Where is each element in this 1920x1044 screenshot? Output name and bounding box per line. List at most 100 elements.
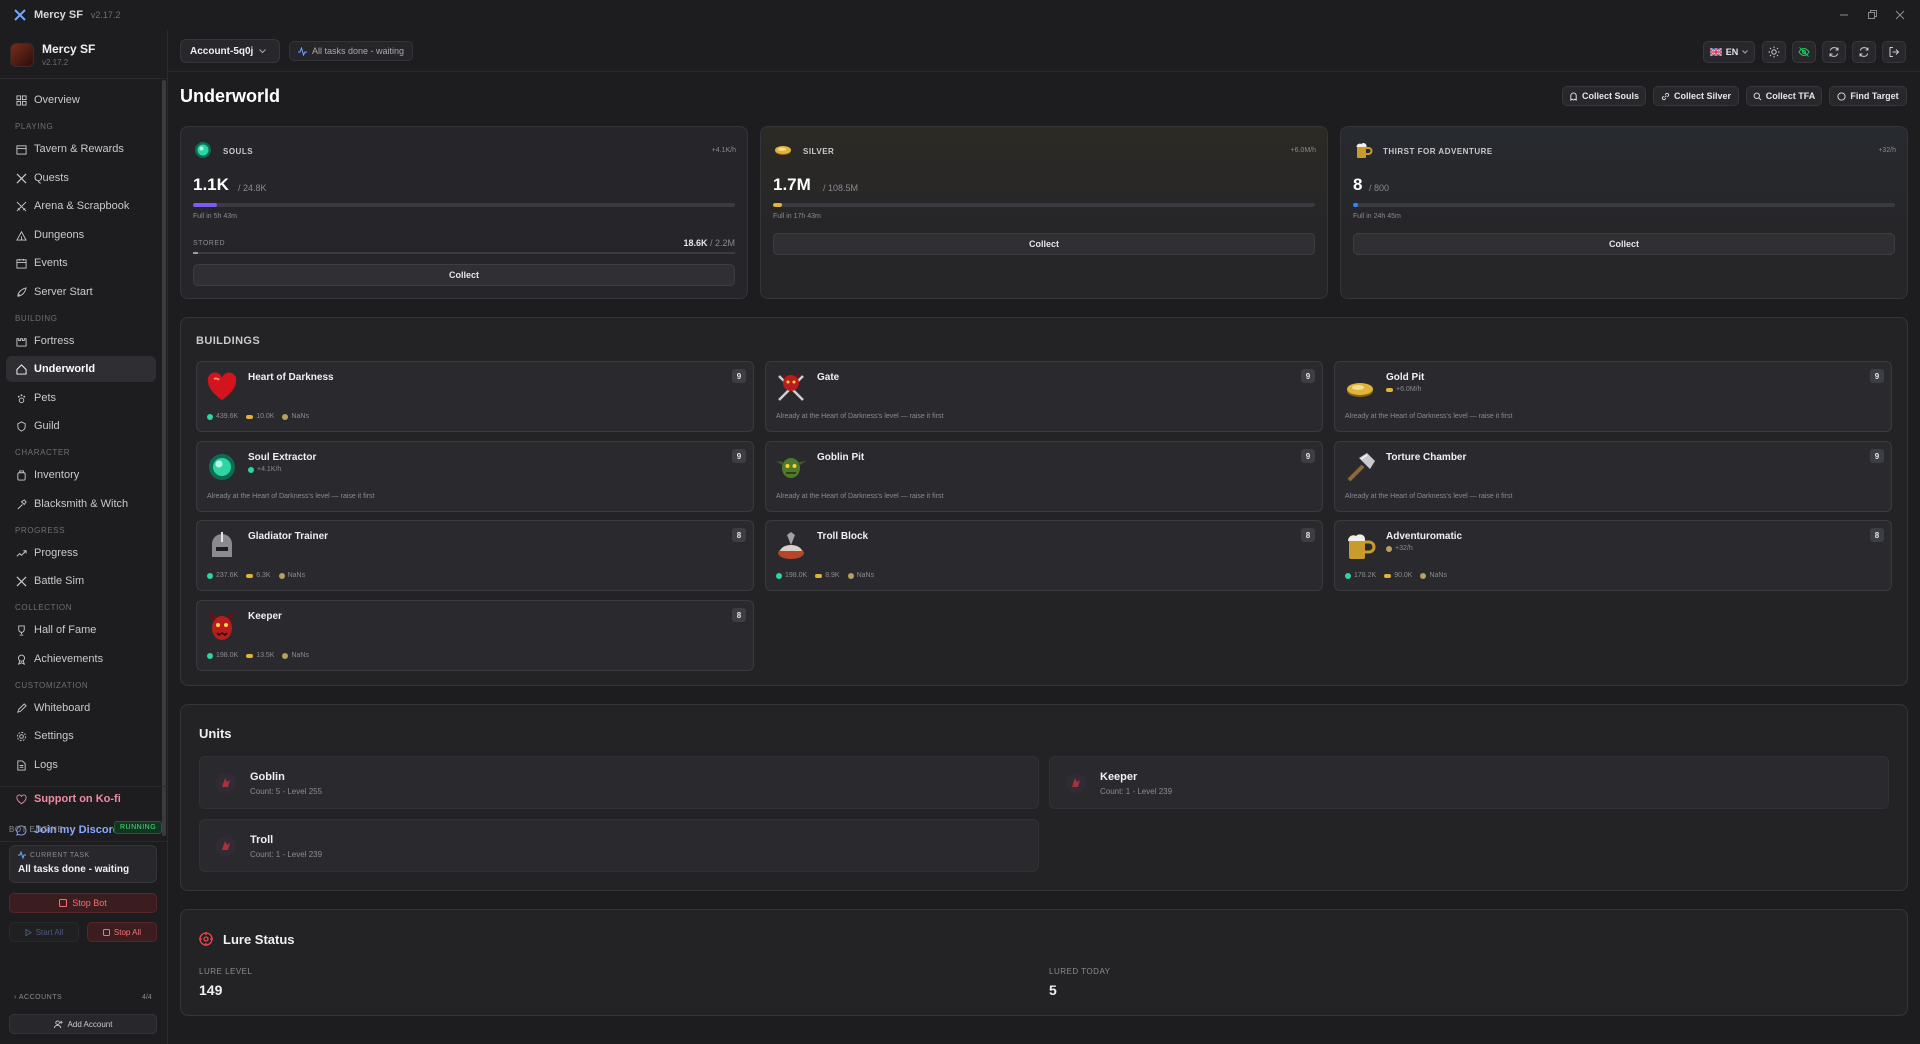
helmet-icon: [212, 532, 232, 557]
sidebar-item-settings[interactable]: Settings: [6, 723, 156, 749]
accounts-toggle[interactable]: › ACCOUNTS: [14, 994, 62, 1001]
sidebar-item-whiteboard[interactable]: Whiteboard: [6, 695, 156, 721]
unit-info: Count: 1 - Level 239: [250, 850, 323, 859]
top-header: Account-5q0j All tasks done - waiting EN: [168, 30, 1920, 72]
sidebar-scrollbar[interactable]: [162, 80, 166, 836]
building-max-note: Already at the Heart of Darkness's level…: [207, 493, 375, 500]
stop-bot-button[interactable]: Stop Bot: [9, 893, 157, 913]
minimize-button[interactable]: [1829, 0, 1859, 30]
sidebar-item-blacksmith[interactable]: Blacksmith & Witch: [6, 491, 156, 517]
building-card-gladiator-trainer[interactable]: Gladiator Trainer 8 237.6K 6.3K NaNs: [196, 520, 754, 591]
sidebar-item-guild[interactable]: Guild: [6, 413, 156, 439]
building-card-goblin-pit[interactable]: Goblin Pit 9 Already at the Heart of Dar…: [765, 441, 1323, 512]
gold-cost-value: 10.0K: [256, 413, 275, 420]
souls-label: SOULS: [223, 147, 254, 156]
backpack-icon: [17, 469, 26, 481]
soul-icon: [776, 572, 782, 579]
collect-souls-button[interactable]: Collect Souls: [1562, 86, 1646, 106]
sidebar-item-underworld[interactable]: Underworld: [6, 356, 156, 382]
building-card-troll-block[interactable]: Troll Block 8 198.0K 8.9K NaNs: [765, 520, 1323, 591]
sidebar-item-dungeons[interactable]: Dungeons: [6, 222, 156, 248]
hammer-icon: [1347, 453, 1375, 482]
file-icon: [17, 759, 26, 771]
building-name: Torture Chamber: [1386, 452, 1467, 463]
building-card-soul-extractor[interactable]: Soul Extractor +4.1K/h 9 Already at the …: [196, 441, 754, 512]
reload-button[interactable]: [1852, 41, 1876, 63]
close-window-button[interactable]: [1885, 0, 1915, 30]
find-target-button[interactable]: Find Target: [1829, 86, 1907, 106]
language-value: EN: [1725, 47, 1739, 57]
collect-souls-card-button[interactable]: Collect: [193, 264, 735, 286]
maximize-button[interactable]: [1857, 0, 1887, 30]
activity-icon: [18, 851, 26, 859]
sidebar-item-kofi[interactable]: Support on Ko-fi: [6, 786, 156, 812]
sidebar-item-label: Progress: [34, 547, 79, 559]
stop-all-button[interactable]: Stop All: [87, 922, 157, 942]
building-production: +32/h: [1386, 545, 1413, 552]
units-title: Units: [199, 726, 232, 741]
collect-silver-card-button[interactable]: Collect: [773, 233, 1315, 255]
building-max-note: Already at the Heart of Darkness's level…: [1345, 413, 1513, 420]
account-select[interactable]: Account-5q0j: [180, 39, 280, 63]
tfa-value: 8: [1353, 175, 1363, 194]
sidebar-item-hall-of-fame[interactable]: Hall of Fame: [6, 617, 156, 643]
building-card-torture-chamber[interactable]: Torture Chamber 9 Already at the Heart o…: [1334, 441, 1892, 512]
building-level-badge: 8: [1870, 528, 1884, 542]
troll-hut-icon: [778, 532, 804, 559]
building-level-badge: 9: [732, 369, 746, 383]
soul-cost: 178.2K: [1345, 572, 1376, 579]
gold-cost: 8.9K: [815, 572, 840, 579]
sync-button[interactable]: [1822, 41, 1846, 63]
sidebar-item-logs[interactable]: Logs: [6, 752, 156, 778]
sidebar-item-achievements[interactable]: Achievements: [6, 646, 156, 672]
sidebar-item-events[interactable]: Events: [6, 250, 156, 276]
unit-name: Keeper: [1100, 771, 1138, 783]
souls-max: / 24.8K: [238, 183, 267, 193]
language-select[interactable]: EN: [1703, 41, 1755, 63]
soul-cost-value: 198.0K: [785, 572, 808, 579]
building-production: +6.0M/h: [1386, 386, 1422, 393]
building-card-gate[interactable]: Gate 9 Already at the Heart of Darkness'…: [765, 361, 1323, 432]
calendar-icon: [16, 144, 27, 155]
lure-level-value: 149: [199, 982, 223, 998]
soul-icon: [248, 466, 254, 473]
sidebar-item-battle-sim[interactable]: Battle Sim: [6, 568, 156, 594]
clock-icon: [1420, 572, 1427, 579]
buildings-panel: BUILDINGS Heart of Darkness 9 439.6K 10.…: [180, 317, 1908, 686]
collect-tfa-button[interactable]: Collect TFA: [1746, 86, 1822, 106]
building-card-adventuromatic[interactable]: Adventuromatic +32/h 8 178.2K 90.0K NaNs: [1334, 520, 1892, 591]
sidebar-item-server-start[interactable]: Server Start: [6, 279, 156, 305]
logout-button[interactable]: [1882, 41, 1906, 63]
silver-card: SILVER +6.0M/h 1.7M / 108.5M Full in 17h…: [760, 126, 1328, 299]
sidebar-item-tavern[interactable]: Tavern & Rewards: [6, 136, 156, 162]
building-card-keeper[interactable]: Keeper 8 198.0K 13.5K NaNs: [196, 600, 754, 671]
ghost-icon: [1570, 92, 1577, 101]
sidebar-item-label: Pets: [34, 392, 57, 404]
sidebar-item-fortress[interactable]: Fortress: [6, 328, 156, 354]
unit-info: Count: 1 - Level 239: [1100, 787, 1173, 796]
theme-toggle-button[interactable]: [1762, 41, 1786, 63]
app-window: Mercy SF v2.17.2 Mercy SF v2.17.2 Overvi…: [0, 0, 1920, 1044]
swords-icon: [16, 172, 27, 184]
sidebar-item-quests[interactable]: Quests: [6, 165, 156, 191]
time-cost: NaNs: [282, 413, 309, 420]
sidebar-item-progress[interactable]: Progress: [6, 540, 156, 566]
visibility-toggle-button[interactable]: [1792, 41, 1816, 63]
castle-icon: [16, 337, 27, 347]
collect-tfa-card-button[interactable]: Collect: [1353, 233, 1895, 255]
troll-unit-icon: [216, 836, 236, 856]
sidebar-item-inventory[interactable]: Inventory: [6, 462, 156, 488]
gold-cost: 10.0K: [246, 413, 274, 420]
collect-silver-button[interactable]: Collect Silver: [1653, 86, 1739, 106]
buildings-title: BUILDINGS: [196, 335, 261, 347]
building-card-gold-pit[interactable]: Gold Pit +6.0M/h 9 Already at the Heart …: [1334, 361, 1892, 432]
status-badge: RUNNING: [114, 821, 163, 834]
building-card-heart-of-darkness[interactable]: Heart of Darkness 9 439.6K 10.0K NaNs: [196, 361, 754, 432]
stored-progress-fill: [193, 252, 198, 254]
add-account-button[interactable]: Add Account: [9, 1014, 157, 1034]
sidebar-item-pets[interactable]: Pets: [6, 385, 156, 411]
sidebar-item-overview[interactable]: Overview: [6, 87, 156, 113]
shield-icon: [17, 420, 26, 432]
sidebar-item-arena[interactable]: Arena & Scrapbook: [6, 193, 156, 219]
start-all-button[interactable]: Start All: [9, 922, 79, 942]
